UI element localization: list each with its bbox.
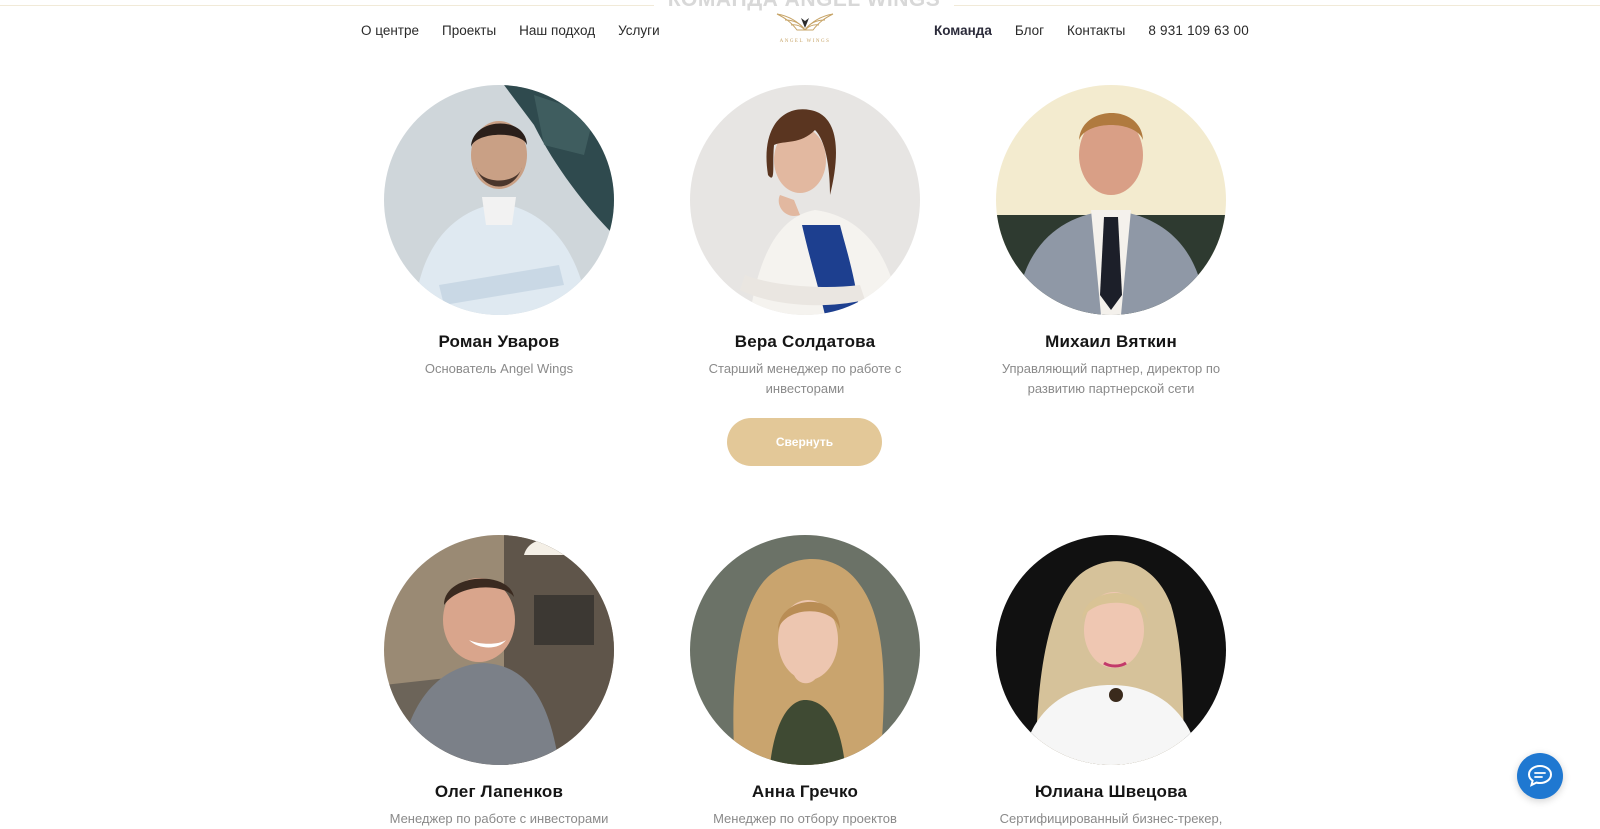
member-photo: [384, 535, 614, 765]
team-page: КОМАНДА ANGEL WINGS О центре Проекты Наш…: [0, 0, 1600, 829]
nav-link-approach[interactable]: Наш подход: [519, 23, 595, 38]
member-name: Михаил Вяткин: [1045, 332, 1177, 351]
nav-left: О центре Проекты Наш подход Услуги: [361, 23, 660, 38]
member-role: Старший менеджер по работе с инвесторами: [708, 361, 902, 396]
nav-link-services[interactable]: Услуги: [618, 23, 660, 38]
member-name: Вера Солдатова: [734, 332, 876, 351]
chat-bubble-icon: [1527, 764, 1553, 787]
nav-link-team[interactable]: Команда: [934, 23, 992, 38]
member-name: Юлиана Швецова: [1034, 782, 1188, 801]
member-photo: [996, 85, 1226, 315]
team-card: Вера Солдатова Старший менеджер по работ…: [675, 85, 935, 398]
team-card: Роман Уваров Основатель Angel Wings: [369, 85, 629, 379]
nav-right: Команда Блог Контакты 8 931 109 63 00: [934, 23, 1249, 38]
member-name: Олег Лапенков: [434, 782, 564, 801]
member-role: Основатель Angel Wings: [424, 361, 574, 376]
nav-link-contacts[interactable]: Контакты: [1067, 23, 1125, 38]
member-photo: [384, 85, 614, 315]
member-role: Управляющий партнер, директор по развити…: [1001, 361, 1221, 396]
member-role: Сертифицированный бизнес-трекер,: [999, 811, 1223, 826]
nav-link-projects[interactable]: Проекты: [442, 23, 496, 38]
angel-wings-logo[interactable]: ANGEL WINGS: [765, 8, 845, 54]
member-role: Менеджер по отбору проектов: [713, 811, 897, 826]
member-role: Менеджер по работе с инвесторами: [389, 811, 609, 826]
member-name: Роман Уваров: [438, 332, 560, 351]
wings-icon: [776, 13, 834, 31]
nav-link-blog[interactable]: Блог: [1015, 23, 1044, 38]
team-card: Юлиана Швецова Сертифицированный бизнес-…: [981, 535, 1241, 829]
team-card: Олег Лапенков Менеджер по работе с инвес…: [369, 535, 629, 829]
chat-widget-button[interactable]: [1517, 753, 1563, 799]
collapse-button[interactable]: Свернуть: [727, 418, 882, 466]
logo-text: ANGEL WINGS: [779, 39, 831, 44]
nav-link-about[interactable]: О центре: [361, 23, 419, 38]
team-card: Михаил Вяткин Управляющий партнер, дирек…: [981, 85, 1241, 398]
team-card: Анна Гречко Менеджер по отбору проектов: [675, 535, 935, 829]
member-photo: [690, 535, 920, 765]
phone-link[interactable]: 8 931 109 63 00: [1148, 23, 1249, 38]
member-name: Анна Гречко: [751, 782, 859, 801]
member-photo: [996, 535, 1226, 765]
member-photo: [690, 85, 920, 315]
